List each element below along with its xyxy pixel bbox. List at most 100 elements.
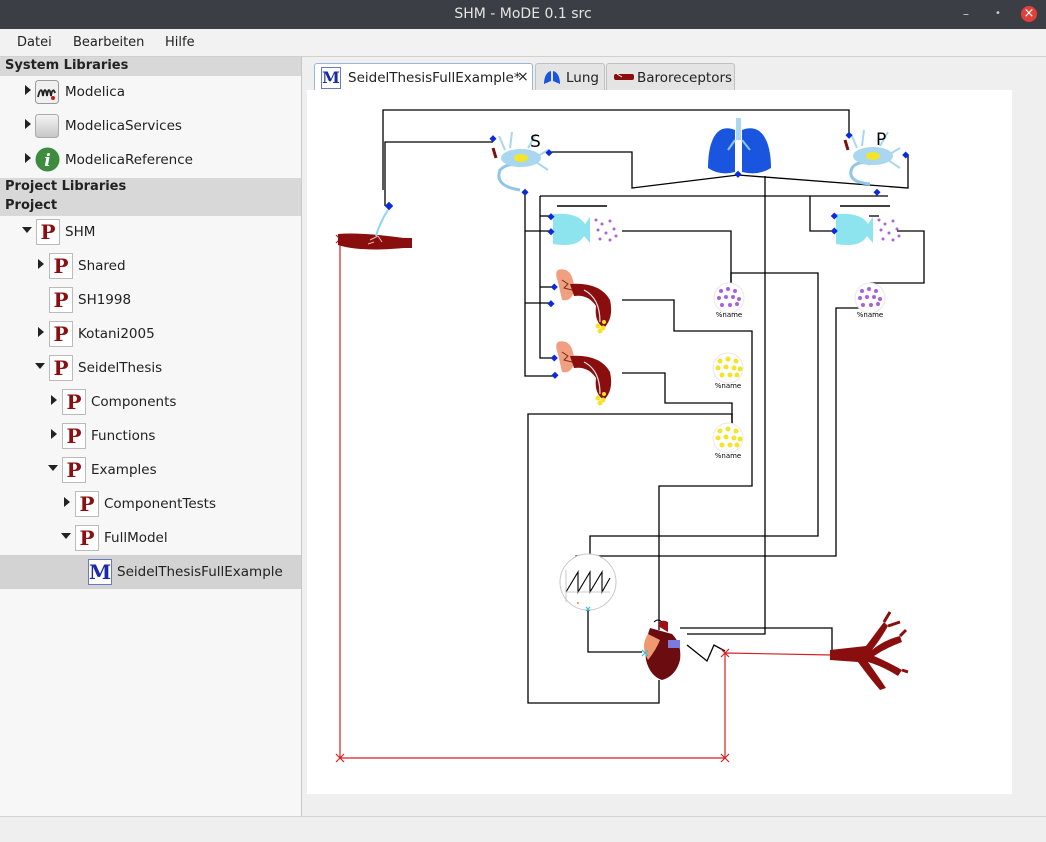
tab-baroreceptors[interactable]: Baroreceptors bbox=[606, 63, 735, 91]
svg-text:%name: %name bbox=[715, 382, 742, 390]
package-icon: P bbox=[62, 389, 86, 415]
svg-text:%name: %name bbox=[857, 311, 884, 319]
tree-item-modelicaservices[interactable]: ModelicaServices bbox=[0, 109, 301, 143]
package-icon: P bbox=[49, 321, 73, 347]
minimize-button[interactable]: – bbox=[958, 6, 974, 22]
system-libraries-header: System Libraries bbox=[0, 57, 301, 76]
tab-label: SeidelThesisFullExample* bbox=[348, 70, 521, 86]
close-button[interactable]: × bbox=[1021, 6, 1037, 22]
collapse-arrow-icon[interactable] bbox=[35, 363, 45, 369]
diagram-canvas[interactable]: S P %name %name %name %name bbox=[307, 90, 1012, 794]
svg-text:P: P bbox=[876, 130, 886, 150]
synapse-right-icon[interactable] bbox=[830, 205, 901, 245]
model-icon: M bbox=[88, 559, 112, 585]
vessel-icon bbox=[614, 73, 634, 80]
tree-item-modelicareference[interactable]: i ModelicaReference bbox=[0, 143, 301, 177]
modelica-logo-icon bbox=[35, 80, 59, 104]
expand-arrow-icon[interactable] bbox=[38, 327, 44, 337]
connection-lines bbox=[382, 109, 925, 704]
package-icon: P bbox=[62, 423, 86, 449]
model-diagram[interactable]: S P %name %name %name %name bbox=[307, 90, 1012, 794]
lung-icon[interactable] bbox=[708, 118, 771, 178]
sympathetic-neuron-icon[interactable]: S bbox=[489, 131, 553, 196]
acetylcholine-concentration-icon[interactable]: %name bbox=[713, 282, 745, 319]
tree-item-kotani2005[interactable]: P Kotani2005 bbox=[0, 317, 301, 351]
expand-arrow-icon[interactable] bbox=[51, 429, 57, 439]
red-connections bbox=[339, 239, 833, 759]
gray-box-icon bbox=[35, 114, 59, 138]
svg-text:%name: %name bbox=[716, 311, 743, 319]
expand-arrow-icon[interactable] bbox=[51, 395, 57, 405]
collapse-arrow-icon[interactable] bbox=[61, 533, 71, 539]
epinephrine-concentration-icon[interactable]: %name bbox=[712, 352, 744, 390]
package-icon: P bbox=[49, 253, 73, 279]
expand-arrow-icon[interactable] bbox=[25, 85, 31, 95]
norepinephrine-concentration-icon[interactable]: %name bbox=[712, 422, 744, 460]
expand-arrow-icon[interactable] bbox=[64, 497, 70, 507]
package-icon: P bbox=[36, 219, 60, 245]
project-libraries-header: Project Libraries bbox=[0, 178, 301, 197]
tree-label: Examples bbox=[91, 462, 157, 478]
tree-label: Modelica bbox=[65, 84, 125, 100]
expand-arrow-icon[interactable] bbox=[38, 259, 44, 269]
tab-close-icon[interactable]: × bbox=[517, 69, 529, 85]
sawtooth-timer-icon[interactable] bbox=[559, 553, 617, 612]
tree-label: SeidelThesisFullExample bbox=[117, 564, 283, 580]
maximize-button[interactable]: • bbox=[990, 6, 1006, 22]
model-icon: M bbox=[321, 67, 341, 89]
svg-text:%name: %name bbox=[715, 452, 742, 460]
tab-label: Baroreceptors bbox=[637, 70, 733, 86]
tree-label: Shared bbox=[78, 258, 126, 274]
collapse-arrow-icon[interactable] bbox=[48, 465, 58, 471]
adrenal-gland-lower-icon[interactable] bbox=[550, 341, 612, 406]
acetylcholine-concentration-right-icon[interactable]: %name bbox=[854, 282, 886, 319]
menu-bearbeiten[interactable]: Bearbeiten bbox=[73, 35, 144, 50]
tree-item-shm[interactable]: P SHM bbox=[0, 215, 301, 249]
expand-arrow-icon[interactable] bbox=[25, 119, 31, 129]
tree-item-componenttests[interactable]: P ComponentTests bbox=[0, 487, 301, 521]
tree-label: FullModel bbox=[104, 530, 168, 546]
tree-item-components[interactable]: P Components bbox=[0, 385, 301, 419]
project-header: Project bbox=[0, 197, 301, 216]
tree-item-seidelthesis[interactable]: P SeidelThesis bbox=[0, 351, 301, 385]
arterial-tree-icon[interactable] bbox=[830, 611, 909, 690]
status-bar bbox=[0, 816, 1046, 842]
svg-text:i: i bbox=[44, 151, 50, 171]
tree-item-seidelthesisfullexample[interactable]: M SeidelThesisFullExample bbox=[0, 555, 301, 589]
package-icon: P bbox=[49, 287, 73, 313]
menu-datei[interactable]: Datei bbox=[17, 35, 52, 50]
tree-item-fullmodel[interactable]: P FullModel bbox=[0, 521, 301, 555]
tree-item-examples[interactable]: P Examples bbox=[0, 453, 301, 487]
tree-label: Functions bbox=[91, 428, 156, 444]
library-tree: System Libraries Modelica ModelicaServic… bbox=[0, 57, 302, 816]
tree-label: ModelicaReference bbox=[65, 152, 193, 168]
svg-text:S: S bbox=[530, 132, 541, 152]
package-icon: P bbox=[62, 457, 86, 483]
tree-label: ModelicaServices bbox=[65, 118, 182, 134]
menu-hilfe[interactable]: Hilfe bbox=[165, 35, 195, 50]
window-title: SHM - MoDE 0.1 src bbox=[454, 6, 592, 22]
tab-lung[interactable]: Lung bbox=[535, 63, 605, 91]
synapse-left-icon[interactable] bbox=[547, 205, 618, 245]
tree-label: ComponentTests bbox=[104, 496, 216, 512]
lung-icon bbox=[544, 71, 560, 84]
tree-label: SH1998 bbox=[78, 292, 132, 308]
tree-label: SHM bbox=[65, 224, 96, 240]
tree-label: SeidelThesis bbox=[78, 360, 163, 376]
package-icon: P bbox=[49, 355, 73, 381]
tree-item-shared[interactable]: P Shared bbox=[0, 249, 301, 283]
adrenal-gland-upper-icon[interactable] bbox=[547, 269, 612, 334]
title-bar: SHM - MoDE 0.1 src – • × bbox=[0, 0, 1046, 29]
package-icon: P bbox=[75, 491, 99, 517]
tree-item-modelica[interactable]: Modelica bbox=[0, 75, 301, 109]
baroreceptor-vessel-icon[interactable] bbox=[338, 201, 412, 250]
tree-item-sh1998[interactable]: P SH1998 bbox=[0, 283, 301, 317]
heart-icon[interactable] bbox=[641, 619, 681, 680]
info-icon: i bbox=[35, 147, 60, 172]
expand-arrow-icon[interactable] bbox=[25, 153, 31, 163]
menu-bar: Datei Bearbeiten Hilfe bbox=[0, 29, 1046, 57]
package-icon: P bbox=[75, 525, 99, 551]
tab-seidelthesisfullexample[interactable]: M SeidelThesisFullExample* × bbox=[314, 63, 533, 92]
tree-item-functions[interactable]: P Functions bbox=[0, 419, 301, 453]
collapse-arrow-icon[interactable] bbox=[22, 227, 32, 233]
